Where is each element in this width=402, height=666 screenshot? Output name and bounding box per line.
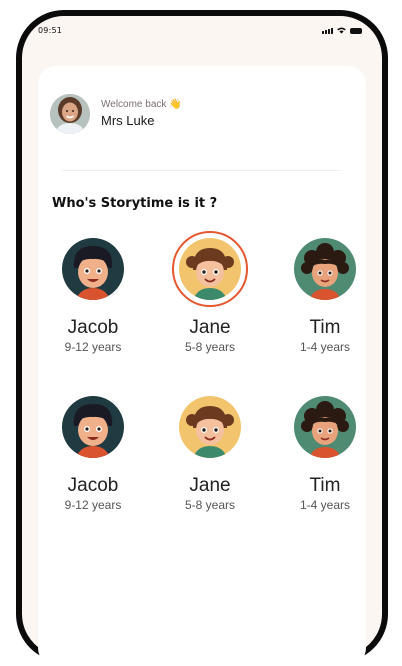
boy-dark-hair-avatar — [62, 396, 124, 458]
child-name: Jacob — [67, 317, 119, 338]
child-age: 5-8 years — [184, 340, 236, 354]
child-card-tim[interactable]: Tim 1-4 years — [270, 231, 380, 354]
girl-pigtails-avatar — [179, 396, 241, 458]
battery-icon — [350, 28, 362, 34]
child-card-jane[interactable]: Jane 5-8 years — [155, 231, 265, 354]
main-card: Welcome back 👋 Mrs Luke Who's Storytime i… — [38, 66, 366, 666]
girl-pigtails-avatar — [179, 238, 241, 300]
child-age: 9-12 years — [64, 340, 122, 354]
child-avatar[interactable] — [172, 231, 248, 307]
child-name: Jacob — [67, 475, 119, 496]
user-name: Mrs Luke — [101, 113, 155, 128]
wifi-icon — [337, 27, 346, 34]
boy-curly-hair-avatar — [294, 238, 356, 300]
child-age: 5-8 years — [184, 498, 236, 512]
child-name: Jane — [189, 317, 231, 338]
avatar[interactable] — [50, 94, 90, 134]
child-avatar[interactable] — [287, 231, 363, 307]
child-card-tim[interactable]: Tim 1-4 years — [270, 389, 380, 512]
child-avatar[interactable] — [55, 231, 131, 307]
divider — [62, 170, 342, 171]
status-time: 09:51 — [38, 26, 63, 35]
child-card-jacob[interactable]: Jacob 9-12 years — [38, 231, 148, 354]
boy-curly-hair-avatar — [294, 396, 356, 458]
signal-icon — [322, 28, 333, 34]
status-bar: 09:51 — [32, 26, 362, 42]
child-card-jane[interactable]: Jane 5-8 years — [155, 389, 265, 512]
waving-hand-icon: 👋 — [169, 99, 182, 110]
child-age: 1-4 years — [299, 498, 351, 512]
child-avatar[interactable] — [172, 389, 248, 465]
child-age: 1-4 years — [299, 340, 351, 354]
status-icons — [322, 27, 362, 34]
child-name: Tim — [309, 317, 341, 338]
phone-frame: 09:51 Welcome back 👋 Mrs Luke Who's Stor… — [16, 10, 388, 666]
child-name: Jane — [189, 475, 231, 496]
welcome-text: Welcome back 👋 — [101, 99, 182, 110]
child-age: 9-12 years — [64, 498, 122, 512]
boy-dark-hair-avatar — [62, 238, 124, 300]
child-name: Tim — [309, 475, 341, 496]
profile-header[interactable]: Welcome back 👋 Mrs Luke — [50, 94, 354, 138]
child-card-jacob[interactable]: Jacob 9-12 years — [38, 389, 148, 512]
section-title: Who's Storytime is it ? — [52, 196, 218, 211]
child-avatar[interactable] — [55, 389, 131, 465]
child-avatar[interactable] — [287, 389, 363, 465]
